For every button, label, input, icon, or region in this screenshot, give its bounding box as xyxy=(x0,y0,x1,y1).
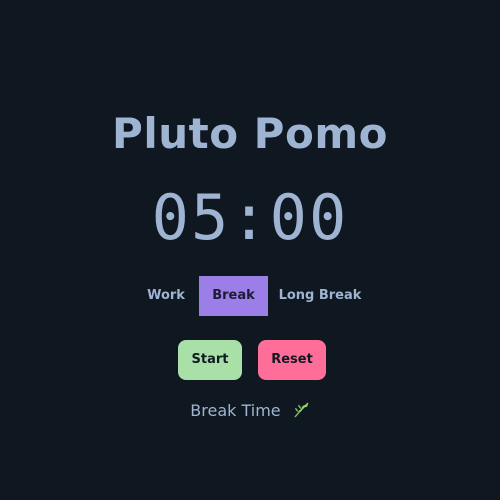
status-message: Break Time xyxy=(0,400,500,425)
status-text: Break Time xyxy=(190,401,281,420)
start-button[interactable]: Start xyxy=(178,340,242,380)
mode-selector: Work Break Long Break xyxy=(0,276,500,316)
pomodoro-app: Pluto Pomo 05:00 Work Break Long Break S… xyxy=(0,0,500,500)
reset-button[interactable]: Reset xyxy=(258,340,326,380)
timer-display: 05:00 xyxy=(151,181,349,254)
mode-tab-long-break[interactable]: Long Break xyxy=(274,276,366,316)
mode-tab-work[interactable]: Work xyxy=(136,276,196,316)
herb-leaf-icon xyxy=(292,401,310,425)
mode-tab-break[interactable]: Break xyxy=(199,276,268,316)
app-title: Pluto Pomo xyxy=(112,109,388,158)
